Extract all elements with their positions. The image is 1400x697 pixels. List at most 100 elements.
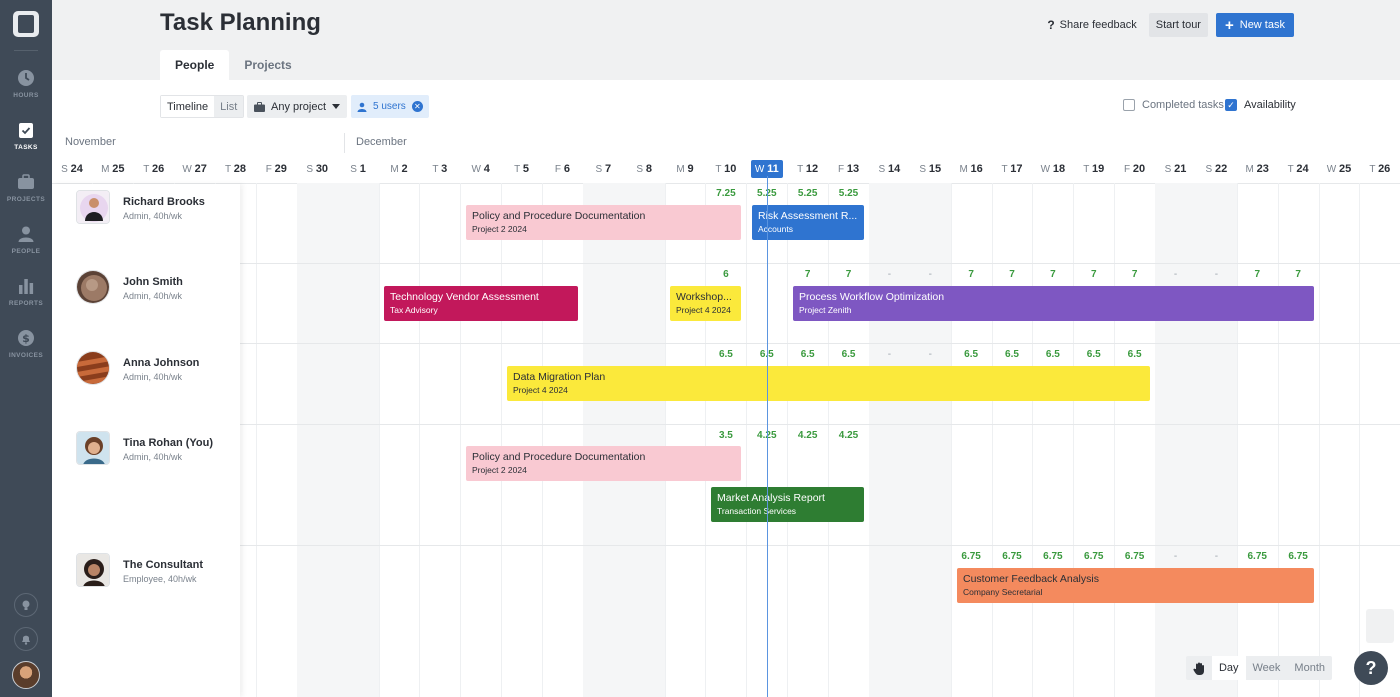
task-title: Policy and Procedure Documentation	[472, 210, 735, 222]
start-tour-button[interactable]: Start tour	[1149, 13, 1208, 37]
month-label: November	[65, 136, 116, 148]
nav-hours[interactable]: HOURS	[0, 68, 52, 112]
row-divider	[52, 263, 1400, 264]
tab-projects[interactable]: Projects	[229, 50, 306, 80]
tab-bar: People Projects	[160, 50, 307, 80]
hours-value: 6.5	[705, 349, 746, 360]
today-marker-line	[767, 176, 768, 697]
task-bar[interactable]: Data Migration Plan Project 4 2024	[507, 366, 1150, 401]
avatar	[76, 553, 110, 587]
project-filter-dropdown[interactable]: Any project	[247, 95, 347, 118]
hours-value: 7	[787, 269, 828, 280]
new-task-button[interactable]: + New task	[1216, 13, 1294, 37]
nav-people[interactable]: PEOPLE	[0, 224, 52, 268]
day-header-cell: W 18	[1032, 163, 1073, 175]
day-header-cell: M 16	[951, 163, 992, 175]
lightbulb-icon[interactable]	[14, 593, 38, 617]
task-bar[interactable]: Process Workflow Optimization Project Ze…	[793, 286, 1314, 321]
hours-value: 6.75	[1073, 551, 1114, 562]
avatar	[76, 351, 110, 385]
day-header-cell: M 9	[665, 163, 706, 175]
task-project: Company Secretarial	[963, 587, 1308, 597]
day-header-cell: T 24	[1278, 163, 1319, 175]
weekend-column	[297, 183, 338, 697]
task-project: Project Zenith	[799, 305, 1308, 315]
hours-value: 7.25	[705, 188, 746, 199]
hand-pan-icon[interactable]	[1186, 656, 1212, 680]
weekend-column	[1196, 183, 1237, 697]
hours-value: -	[910, 269, 951, 280]
view-timeline-button[interactable]: Timeline	[161, 96, 214, 117]
hours-value: 7	[1032, 269, 1073, 280]
task-bar[interactable]: Policy and Procedure Documentation Proje…	[466, 205, 741, 240]
share-feedback-label: Share feedback	[1060, 19, 1137, 31]
users-filter-chip[interactable]: 5 users ✕	[351, 95, 429, 118]
nav-people-label: PEOPLE	[12, 248, 41, 255]
zoom-week-button[interactable]: Week	[1246, 656, 1288, 680]
hours-value: -	[1155, 551, 1196, 562]
task-bar[interactable]: Risk Assessment R... Accounts	[752, 205, 864, 240]
users-filter-label: 5 users	[373, 101, 406, 112]
day-header-cell: W 25	[1318, 163, 1359, 175]
day-header-cell: S 21	[1155, 163, 1196, 175]
app-logo[interactable]	[13, 11, 39, 37]
plus-icon: +	[1225, 18, 1234, 33]
hours-value: -	[869, 269, 910, 280]
day-column-line	[1359, 183, 1360, 697]
day-header-cell: T 5	[501, 163, 542, 175]
zoom-month-button[interactable]: Month	[1287, 656, 1332, 680]
person-name: Tina Rohan (You)	[123, 437, 213, 449]
clipboard-check-icon	[16, 120, 36, 140]
weekend-column	[869, 183, 910, 697]
user-avatar[interactable]	[12, 661, 40, 689]
scroll-handle[interactable]	[1366, 609, 1394, 643]
day-column-line	[379, 183, 380, 697]
task-bar[interactable]: Workshop... Project 4 2024	[670, 286, 741, 321]
task-project: Project 4 2024	[676, 305, 735, 315]
availability-toggle[interactable]: ✓ Availability	[1225, 99, 1296, 111]
tab-people[interactable]: People	[160, 50, 229, 80]
task-bar[interactable]: Customer Feedback Analysis Company Secre…	[957, 568, 1314, 603]
hours-value: 6.75	[1114, 551, 1155, 562]
person-row-the-consultant[interactable]: The Consultant Employee, 40h/wk	[76, 553, 203, 587]
task-bar[interactable]: Market Analysis Report Transaction Servi…	[711, 487, 864, 522]
view-toggle: Timeline List	[160, 95, 244, 118]
day-column-line	[992, 183, 993, 697]
person-role: Admin, 40h/wk	[123, 211, 205, 221]
hours-value: 7	[828, 269, 869, 280]
person-row-john-smith[interactable]: John Smith Admin, 40h/wk	[76, 270, 183, 304]
completed-tasks-checkbox[interactable]	[1123, 99, 1135, 111]
view-list-button[interactable]: List	[214, 96, 243, 117]
person-row-tina-rohan[interactable]: Tina Rohan (You) Admin, 40h/wk	[76, 431, 213, 465]
task-title: Market Analysis Report	[717, 492, 858, 504]
clear-filter-icon[interactable]: ✕	[412, 101, 423, 112]
share-feedback-link[interactable]: ? Share feedback	[1043, 18, 1140, 32]
hours-value: 5.25	[828, 188, 869, 199]
nav-reports[interactable]: REPORTS	[0, 276, 52, 320]
nav-invoices[interactable]: $ INVOICES	[0, 328, 52, 372]
task-bar[interactable]: Policy and Procedure Documentation Proje…	[466, 446, 741, 481]
completed-tasks-toggle[interactable]: Completed tasks	[1123, 99, 1224, 111]
bell-icon[interactable]	[14, 627, 38, 651]
hours-value: 6.75	[1237, 551, 1278, 562]
nav-tasks[interactable]: TASKS	[0, 120, 52, 164]
person-row-richard-brooks[interactable]: Richard Brooks Admin, 40h/wk	[76, 190, 205, 224]
hours-value: 6.5	[1073, 349, 1114, 360]
hours-value: -	[1155, 269, 1196, 280]
task-title: Risk Assessment R...	[758, 210, 858, 222]
task-bar[interactable]: Technology Vendor Assessment Tax Advisor…	[384, 286, 578, 321]
day-header-cell: S 24	[52, 163, 93, 175]
person-name: John Smith	[123, 276, 183, 288]
project-filter-label: Any project	[271, 101, 326, 113]
person-row-anna-johnson[interactable]: Anna Johnson Admin, 40h/wk	[76, 351, 199, 385]
nav-projects[interactable]: PROJECTS	[0, 172, 52, 216]
help-button[interactable]: ?	[1354, 651, 1388, 685]
availability-checkbox[interactable]: ✓	[1225, 99, 1237, 111]
availability-label: Availability	[1244, 99, 1296, 111]
day-column-line	[460, 183, 461, 697]
avatar	[76, 431, 110, 465]
day-column-line	[1114, 183, 1115, 697]
zoom-day-button[interactable]: Day	[1212, 656, 1246, 680]
briefcase-icon	[16, 172, 36, 192]
hours-value: 6.75	[992, 551, 1033, 562]
